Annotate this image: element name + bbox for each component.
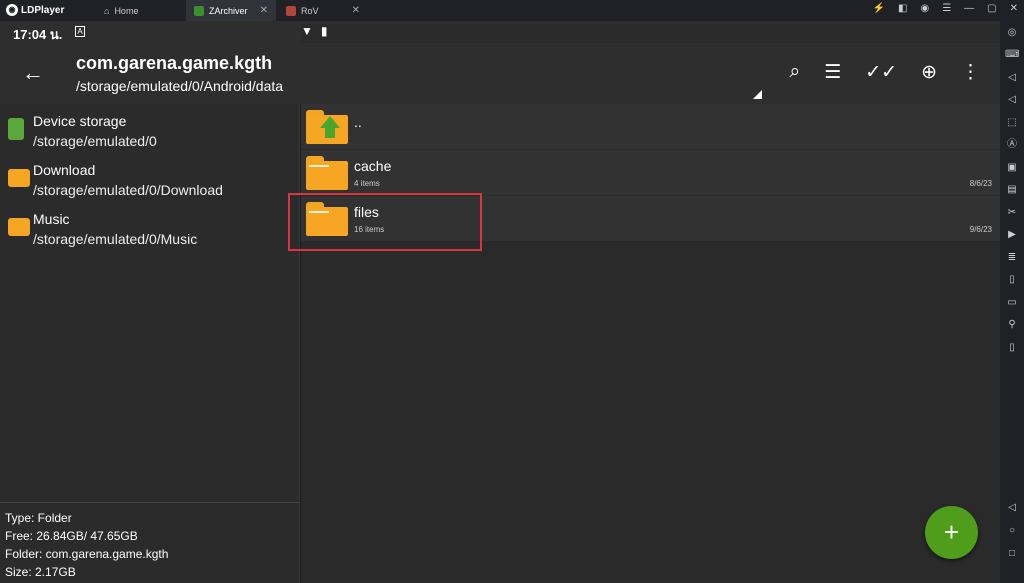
- location-name: Download: [33, 162, 96, 178]
- folder-icon: [306, 156, 348, 190]
- screenshot-icon[interactable]: ⬚: [1005, 116, 1019, 130]
- file-list-pane: .. cache 4 items 8/6/23 files 16 items 9…: [301, 104, 1000, 583]
- location-pin-icon[interactable]: ⚲: [1005, 318, 1019, 332]
- cut-icon[interactable]: ✂: [1005, 206, 1019, 220]
- location-path: /storage/emulated/0/Music: [33, 231, 198, 247]
- nav-back-icon[interactable]: ◁: [1005, 501, 1019, 515]
- tab-rov-label: RoV: [301, 5, 319, 16]
- ldplayer-brand: ◉ LDPlayer: [6, 4, 64, 16]
- volume-up-icon[interactable]: ◁: [1005, 71, 1019, 85]
- account-icon[interactable]: ◉: [920, 3, 929, 14]
- location-item-device-storage[interactable]: Device storage /storage/emulated/0: [0, 106, 300, 154]
- folder-info-panel: Type: Folder Free: 26.84GB/ 47.65GB Fold…: [0, 502, 300, 583]
- location-path: /storage/emulated/0/Download: [33, 182, 223, 198]
- parent-folder-icon: [306, 110, 348, 144]
- tab-home-label: Home: [114, 5, 139, 16]
- select-all-icon[interactable]: ✓✓: [865, 61, 897, 84]
- close-tab-icon[interactable]: ✕: [352, 5, 360, 16]
- info-size: Size: 2.17GB: [5, 565, 76, 579]
- back-arrow-icon[interactable]: ←: [22, 60, 44, 86]
- auto-script-icon[interactable]: Ⓐ: [1005, 138, 1019, 152]
- location-name: Music: [33, 211, 70, 227]
- search-icon[interactable]: ⌕: [790, 61, 801, 84]
- device-storage-icon: [8, 118, 24, 140]
- settings-circle-icon[interactable]: ◎: [1005, 26, 1019, 40]
- media-icon[interactable]: ▶: [1005, 228, 1019, 242]
- highlight-box: [288, 193, 482, 251]
- file-name: ..: [354, 114, 362, 130]
- brand-label: LDPlayer: [21, 4, 65, 16]
- info-folder: Folder: com.garena.game.kgth: [5, 547, 169, 561]
- gamepad-icon[interactable]: ◧: [898, 3, 907, 14]
- app-header: ← com.garena.game.kgth /storage/emulated…: [0, 43, 1000, 104]
- apk-install-icon[interactable]: ▤: [1005, 183, 1019, 197]
- add-fab-button[interactable]: +: [925, 506, 978, 559]
- rotate-icon[interactable]: ▯: [1005, 341, 1019, 355]
- download-folder-icon: [8, 169, 30, 187]
- file-item-count: 4 items: [354, 179, 380, 188]
- volume-down-icon[interactable]: ◁: [1005, 93, 1019, 107]
- folder-share-icon[interactable]: ▭: [1005, 296, 1019, 310]
- location-item-music[interactable]: Music /storage/emulated/0/Music: [0, 204, 300, 252]
- info-type: Type: Folder: [5, 511, 72, 525]
- rov-game-icon: [286, 5, 296, 16]
- close-tab-icon[interactable]: ✕: [260, 5, 268, 16]
- tab-zarchiver[interactable]: ZArchiver ✕: [186, 0, 276, 21]
- header-actions: ⌕ ☰ ✓✓ ⊕ ⋮: [790, 61, 980, 84]
- sync-icon[interactable]: ≣: [1005, 251, 1019, 265]
- list-item-parent[interactable]: ..: [301, 104, 1000, 150]
- notification-a-icon: A: [75, 26, 85, 37]
- add-circle-icon[interactable]: ⊕: [921, 61, 937, 84]
- shake-icon[interactable]: ▯: [1005, 273, 1019, 287]
- tab-home[interactable]: ⌂ Home: [96, 0, 184, 21]
- page-title: com.garena.game.kgth: [76, 53, 273, 73]
- tab-rov[interactable]: RoV ✕: [278, 0, 368, 21]
- nav-home-icon[interactable]: ○: [1005, 524, 1019, 538]
- zarchiver-app-icon: [194, 5, 204, 16]
- clock: 17:04 น.: [13, 27, 63, 42]
- close-window-icon[interactable]: ✕: [1010, 3, 1018, 14]
- nav-recents-icon[interactable]: □: [1005, 547, 1019, 561]
- emulator-side-toolbar: ◎ ⌨ ◁ ◁ ⬚ Ⓐ ▣ ▤ ✂ ▶ ≣ ▯ ▭ ⚲ ▯ ◁ ○ □: [1000, 21, 1024, 583]
- list-item-cache[interactable]: cache 4 items 8/6/23: [301, 150, 1000, 196]
- corner-indicator: [753, 90, 762, 99]
- location-name: Device storage: [33, 113, 127, 129]
- emulator-titlebar: ◉ LDPlayer ⌂ Home ZArchiver ✕ RoV ✕ ⚡ ◧ …: [0, 0, 1024, 21]
- file-name: cache: [354, 158, 392, 174]
- home-icon: ⌂: [104, 5, 110, 16]
- file-date: 8/6/23: [969, 179, 992, 188]
- menu-icon[interactable]: ☰: [942, 3, 951, 14]
- current-path: /storage/emulated/0/Android/data: [76, 78, 284, 94]
- music-folder-icon: [8, 218, 30, 236]
- minimize-icon[interactable]: —: [964, 3, 974, 14]
- android-statusbar: 17:04 น. A ▼ ▮: [0, 21, 1000, 503]
- location-item-download[interactable]: Download /storage/emulated/0/Download: [0, 155, 300, 203]
- info-free: Free: 26.84GB/ 47.65GB: [5, 529, 138, 543]
- record-icon[interactable]: ▣: [1005, 161, 1019, 175]
- lightning-icon[interactable]: ⚡: [873, 3, 885, 14]
- locations-pane: Device storage /storage/emulated/0 Downl…: [0, 104, 300, 583]
- ldplayer-logo-icon: ◉: [6, 4, 18, 16]
- keyboard-icon[interactable]: ⌨: [1005, 48, 1019, 62]
- tab-zarchiver-label: ZArchiver: [209, 5, 248, 16]
- more-options-icon[interactable]: ⋮: [961, 61, 980, 84]
- maximize-icon[interactable]: ▢: [987, 3, 996, 14]
- list-view-icon[interactable]: ☰: [824, 61, 841, 84]
- location-path: /storage/emulated/0: [33, 133, 157, 149]
- window-controls: ⚡ ◧ ◉ ☰ — ▢ ✕: [873, 3, 1018, 14]
- file-date: 9/6/23: [969, 225, 992, 234]
